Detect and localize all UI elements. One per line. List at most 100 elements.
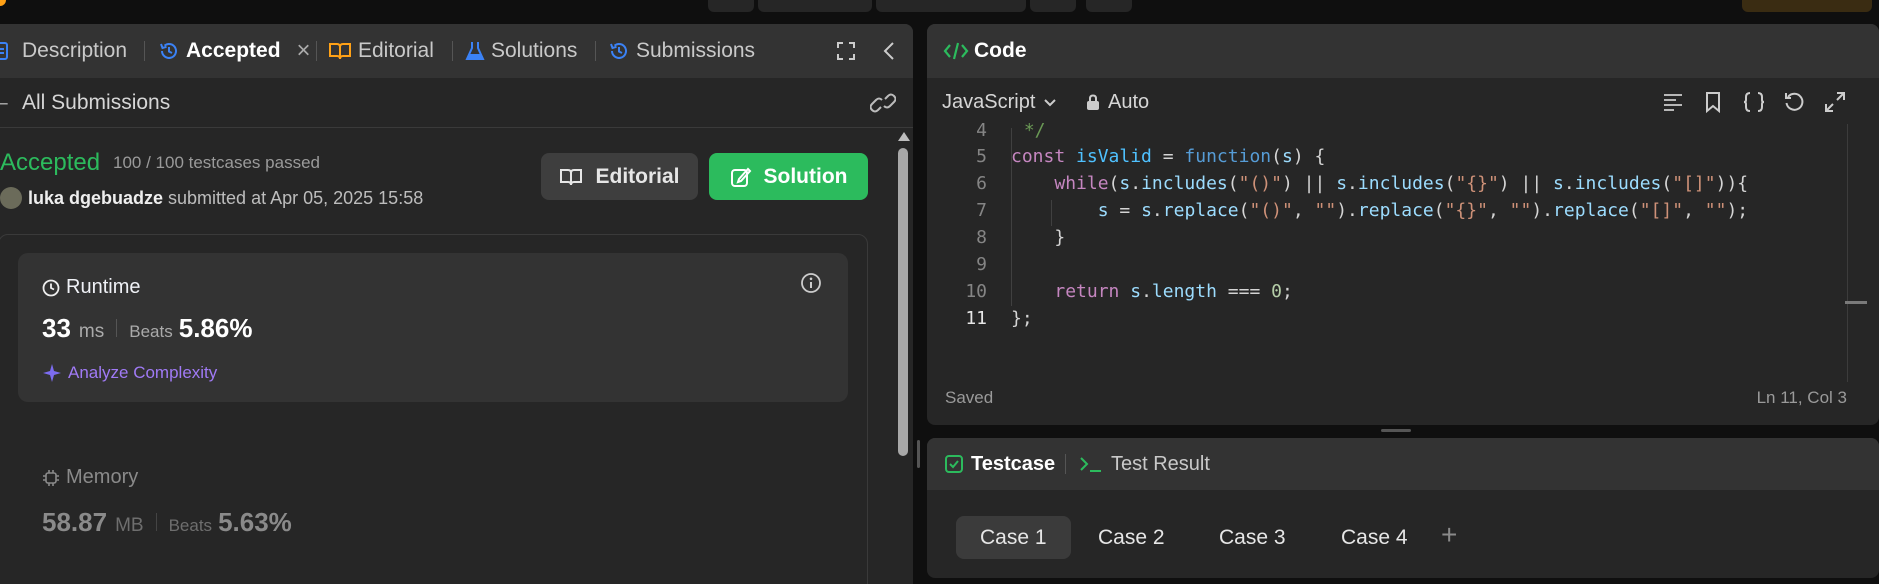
submitted-time: submitted at Apr 05, 2025 15:58: [168, 187, 424, 208]
editorial-button[interactable]: Editorial: [541, 153, 698, 200]
test-tabbar: Testcase Test Result: [927, 438, 1879, 490]
code-editor[interactable]: 4 5 6 7 8 9 10 11 */ const isValid = fun…: [927, 120, 1879, 384]
braces-icon[interactable]: [1742, 91, 1766, 113]
line-number: 8: [976, 227, 987, 248]
case-tab-1[interactable]: Case 1: [956, 516, 1071, 559]
indent-guide: [1051, 200, 1052, 226]
tab-label: Description: [22, 39, 128, 62]
info-icon[interactable]: [800, 272, 822, 294]
format-icon[interactable]: [1663, 93, 1683, 111]
scroll-up-arrow[interactable]: [898, 132, 910, 141]
checkbox-icon: [945, 455, 963, 473]
tab-test-result[interactable]: Test Result: [1079, 453, 1210, 476]
language-label: JavaScript: [942, 91, 1036, 113]
left-tabbar: Description Accepted × Editorial Solutio…: [0, 24, 913, 78]
runtime-unit: ms: [78, 321, 105, 342]
vertical-resize-handle[interactable]: [917, 440, 920, 468]
reset-icon[interactable]: [1783, 91, 1805, 113]
nav-button[interactable]: [1086, 0, 1132, 12]
line-number: 11: [965, 308, 987, 329]
nav-button[interactable]: [1030, 0, 1076, 12]
code-line: return s.length === 0;: [1054, 281, 1293, 302]
horizontal-resize-handle[interactable]: [1381, 429, 1411, 432]
chevron-left-icon[interactable]: [882, 41, 896, 61]
premium-button[interactable]: [1742, 0, 1872, 12]
tab-accepted[interactable]: Accepted ×: [158, 37, 311, 65]
nav-button[interactable]: [876, 0, 1026, 12]
runtime-card[interactable]: Runtime 33 ms Beats 5.86% Analyze Comple…: [18, 253, 848, 402]
code-header: Code: [927, 24, 1879, 78]
editorial-button-label: Editorial: [595, 164, 680, 188]
back-arrow-icon[interactable]: –: [0, 91, 8, 115]
runtime-title: Runtime: [66, 276, 141, 298]
case-tab-2[interactable]: Case 2: [1074, 516, 1189, 559]
add-case-button[interactable]: +: [1441, 519, 1457, 551]
runtime-beats: 5.86%: [178, 313, 253, 343]
language-select[interactable]: JavaScript: [942, 91, 1057, 114]
line-number: 10: [965, 281, 987, 302]
tab-solutions[interactable]: Solutions: [465, 39, 577, 63]
saved-status: Saved: [945, 388, 994, 407]
scrollbar-track[interactable]: [1847, 124, 1848, 382]
solution-button-label: Solution: [763, 164, 848, 188]
tab-label: Submissions: [636, 39, 756, 62]
auto-mode[interactable]: Auto: [1086, 91, 1149, 114]
accepted-status: Accepted: [0, 149, 101, 176]
submitted-info: luka dgebuadze submitted at Apr 05, 2025…: [0, 187, 423, 209]
tab-editorial[interactable]: Editorial: [328, 39, 434, 63]
memory-unit: MB: [115, 515, 144, 536]
code-line: const isValid = function(s) {: [1011, 146, 1326, 167]
runtime-value: 33: [42, 313, 71, 343]
memory-title: Memory: [66, 466, 139, 488]
nav-button[interactable]: [708, 0, 754, 12]
bookmark-icon[interactable]: [1705, 91, 1721, 113]
tab-divider: [452, 41, 453, 61]
clock-icon: [42, 279, 60, 296]
runtime-beats-label: Beats: [129, 322, 173, 341]
cursor-position: Ln 11, Col 3: [1756, 388, 1847, 407]
solution-button[interactable]: Solution: [709, 153, 868, 200]
link-icon[interactable]: [870, 92, 896, 114]
tab-test-result-label: Test Result: [1111, 452, 1210, 475]
code-title: Code: [974, 39, 1027, 62]
chevron-down-icon: [1044, 98, 1057, 106]
case-tab-4[interactable]: Case 4: [1317, 516, 1432, 559]
code-icon: [943, 42, 969, 60]
code-line: */: [1013, 120, 1046, 141]
line-number: 9: [976, 254, 987, 275]
maximize-icon[interactable]: [836, 41, 856, 61]
case-tab-3[interactable]: Case 3: [1195, 516, 1310, 559]
avatar[interactable]: [0, 187, 22, 209]
testcases-passed: 100 / 100 testcases passed: [113, 153, 320, 172]
editor-toolbar: JavaScript Auto: [927, 78, 1879, 128]
memory-beats: 5.63%: [218, 507, 292, 537]
chip-icon: [43, 469, 59, 486]
line-number: 7: [976, 200, 987, 221]
history-icon: [610, 42, 627, 59]
code-line: s = s.replace("()", "").replace("{}", ""…: [1097, 200, 1749, 221]
memory-card[interactable]: Memory 58.87 MB Beats 5.63%: [18, 444, 848, 564]
nav-button[interactable]: [758, 0, 872, 12]
top-navbar: [0, 0, 1879, 24]
analyze-complexity-link[interactable]: Analyze Complexity: [42, 363, 217, 383]
tab-testcase[interactable]: Testcase: [945, 453, 1055, 476]
tab-divider: [316, 41, 317, 61]
auto-label: Auto: [1108, 91, 1150, 113]
overview-ruler-marker: [1845, 301, 1867, 304]
line-number: 5: [976, 146, 987, 167]
runtime-title-row: Runtime: [42, 276, 140, 299]
username[interactable]: luka dgebuadze: [28, 188, 163, 209]
close-icon[interactable]: ×: [297, 37, 311, 65]
runtime-value-row: 33 ms Beats 5.86%: [42, 313, 252, 344]
tab-description[interactable]: Description: [0, 39, 127, 63]
scrollbar-thumb[interactable]: [898, 148, 908, 456]
all-submissions-link[interactable]: All Submissions: [22, 91, 170, 115]
line-number: 6: [976, 173, 987, 194]
memory-beats-label: Beats: [168, 516, 213, 535]
scrollbar[interactable]: [897, 132, 910, 584]
tab-label: Accepted: [186, 39, 281, 62]
line-number: 4: [976, 120, 987, 141]
code-line: };: [1011, 308, 1033, 329]
expand-icon[interactable]: [1824, 91, 1846, 113]
tab-submissions[interactable]: Submissions: [608, 39, 755, 63]
